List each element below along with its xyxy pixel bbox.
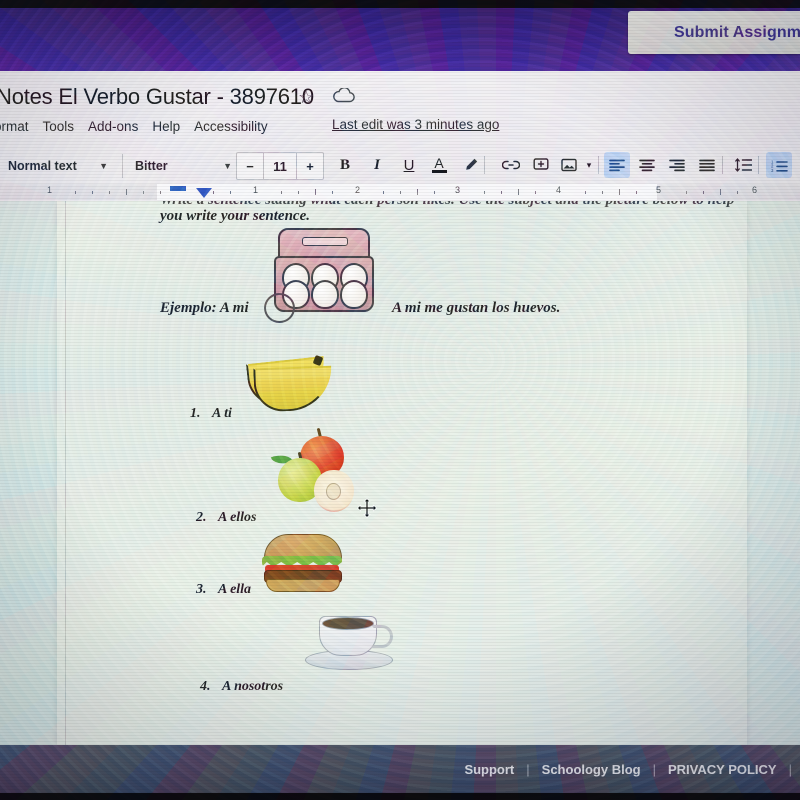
align-center-icon[interactable] xyxy=(634,152,660,178)
ruler-mark: 4 xyxy=(556,185,562,195)
toolbar-divider xyxy=(758,156,759,174)
menu-help[interactable]: Help xyxy=(152,119,180,134)
submit-assignment-label: Submit Assignment xyxy=(674,23,800,41)
menu-tools[interactable]: Tools xyxy=(43,119,75,134)
list-item-number: 4. xyxy=(200,679,211,694)
menu-addons[interactable]: Add-ons xyxy=(88,119,138,134)
cup-handle xyxy=(371,625,393,648)
carton-lid-slot xyxy=(302,237,348,246)
monitor-bezel-top xyxy=(0,0,800,8)
chevron-down-icon: ▼ xyxy=(99,161,108,171)
ruler-page-region xyxy=(157,184,657,200)
bold-button[interactable]: B xyxy=(332,152,358,178)
ruler-mark: 6 xyxy=(752,185,758,195)
footer-separator: | xyxy=(652,761,656,777)
list-item-text[interactable]: A ella xyxy=(218,582,251,598)
schoology-footer: Support | Schoology Blog | PRIVACY POLIC… xyxy=(0,745,800,793)
document-ruler[interactable]: 1 1 2 3 4 5 6 xyxy=(0,184,800,200)
line-spacing-icon[interactable] xyxy=(730,152,756,178)
font-size-increase-button[interactable]: + xyxy=(296,153,323,179)
font-size-value[interactable]: 11 xyxy=(264,153,296,179)
page-margin-line xyxy=(57,200,66,745)
screen-photo: Submit Assignment Notes El Verbo Gustar … xyxy=(0,0,800,800)
chevron-down-icon: ▼ xyxy=(223,161,232,171)
text-color-button[interactable]: A xyxy=(426,152,452,178)
text-color-letter: A xyxy=(434,155,444,171)
footer-link-support[interactable]: Support xyxy=(464,762,514,777)
move-cursor xyxy=(356,497,378,519)
footer-separator: | xyxy=(788,761,792,777)
docs-menu-bar: ormat Tools Add-ons Help Accessibility xyxy=(0,116,268,136)
footer-separator: | xyxy=(526,761,530,777)
left-indent-marker[interactable] xyxy=(196,188,212,198)
list-item-text[interactable]: A nosotros xyxy=(222,679,283,695)
footer-link-schoology-blog[interactable]: Schoology Blog xyxy=(542,762,641,777)
add-comment-icon[interactable] xyxy=(528,152,554,178)
banana xyxy=(253,365,333,413)
coffee-surface xyxy=(322,617,374,630)
menu-format[interactable]: ormat xyxy=(0,119,29,134)
ruler-mark: 3 xyxy=(455,185,461,195)
align-justify-icon[interactable] xyxy=(694,152,720,178)
toolbar-divider xyxy=(598,156,599,174)
submit-assignment-button[interactable]: Submit Assignment xyxy=(628,11,800,54)
font-size-decrease-button[interactable]: − xyxy=(237,153,264,179)
align-right-icon[interactable] xyxy=(664,152,690,178)
list-item-number: 2. xyxy=(196,510,207,525)
apples-clipart[interactable] xyxy=(270,427,362,518)
paragraph-style-label: Normal text xyxy=(8,159,77,173)
highlight-pen-icon[interactable] xyxy=(458,152,484,178)
cloud-saved-icon[interactable] xyxy=(333,87,355,103)
egg xyxy=(340,280,368,309)
coffee-cup-clipart[interactable] xyxy=(305,612,393,678)
link-icon[interactable] xyxy=(498,152,524,178)
numbered-list-icon[interactable]: 1 2 3 xyxy=(766,152,792,178)
italic-button[interactable]: I xyxy=(364,152,390,178)
bun-bottom xyxy=(266,579,340,592)
example-prompt[interactable]: Ejemplo: A mi xyxy=(160,300,249,317)
ruler-mark: 2 xyxy=(355,185,361,195)
example-answer[interactable]: A mi me gustan los huevos. xyxy=(392,300,560,317)
list-item-number: 1. xyxy=(190,406,201,421)
list-item-text[interactable]: A ellos xyxy=(218,510,257,526)
apple-core xyxy=(326,483,341,500)
document-page[interactable] xyxy=(57,200,747,745)
ruler-mark: 5 xyxy=(656,185,662,195)
paragraph-style-dropdown[interactable]: Normal text ▼ xyxy=(8,154,108,178)
menu-accessibility[interactable]: Accessibility xyxy=(194,119,268,134)
document-title[interactable]: Notes El Verbo Gustar - 3897610 xyxy=(0,84,314,110)
document-canvas[interactable] xyxy=(0,200,800,745)
monitor-bezel-bottom xyxy=(0,793,800,800)
ruler-mark: 1 xyxy=(253,185,259,195)
underline-button[interactable]: U xyxy=(396,152,422,178)
list-item-text[interactable]: A ti xyxy=(212,406,232,422)
first-line-indent-marker[interactable] xyxy=(170,186,186,191)
font-size-stepper[interactable]: − 11 + xyxy=(236,152,324,180)
toolbar-divider xyxy=(722,156,723,174)
list-item-number: 3. xyxy=(196,582,207,597)
footer-link-privacy-policy[interactable]: PRIVACY POLICY xyxy=(668,762,777,777)
align-left-icon[interactable] xyxy=(604,152,630,178)
hamburger-clipart[interactable] xyxy=(262,534,342,592)
apple-half xyxy=(314,470,354,512)
stray-egg-outline xyxy=(264,293,295,323)
instruction-line-2[interactable]: you write your sentence. xyxy=(160,208,310,225)
svg-text:3: 3 xyxy=(771,167,774,171)
text-color-swatch xyxy=(431,170,447,173)
font-family-label: Bitter xyxy=(135,159,168,173)
last-edit-status[interactable]: Last edit was 3 minutes ago xyxy=(332,117,499,132)
ruler-mark: 1 xyxy=(47,185,53,195)
bananas-clipart[interactable] xyxy=(245,350,333,414)
font-family-dropdown[interactable]: Bitter ▼ xyxy=(122,154,232,178)
toolbar-divider xyxy=(484,156,485,174)
egg xyxy=(311,280,339,309)
star-icon[interactable]: ☆ xyxy=(298,87,314,108)
